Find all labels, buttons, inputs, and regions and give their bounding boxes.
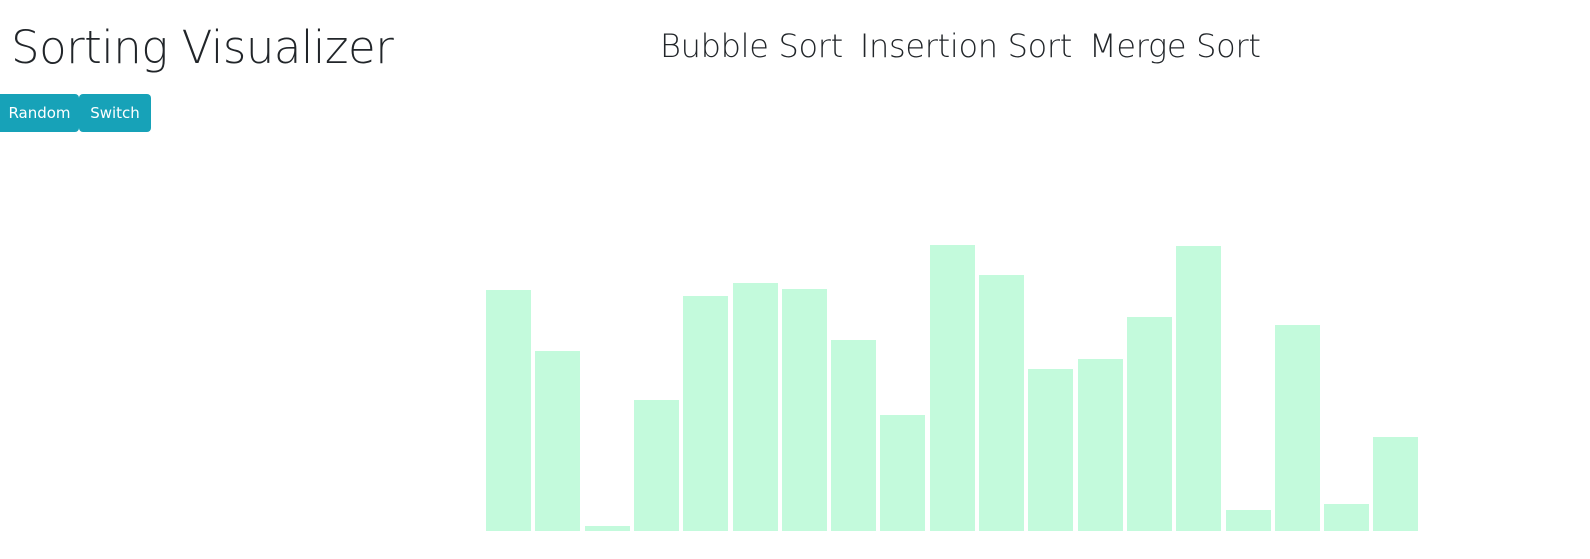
page-title: Sorting Visualizer bbox=[11, 21, 394, 74]
array-bar bbox=[930, 245, 975, 531]
array-bar bbox=[1275, 325, 1320, 531]
array-bar bbox=[782, 289, 827, 531]
array-bars bbox=[486, 0, 1440, 531]
array-bar bbox=[979, 275, 1024, 531]
array-bar bbox=[1078, 359, 1123, 531]
array-bar bbox=[634, 400, 679, 531]
array-bar bbox=[535, 351, 580, 531]
random-button[interactable]: Random bbox=[0, 94, 79, 132]
app-root: Sorting Visualizer Bubble Sort Insertion… bbox=[0, 0, 1590, 559]
array-bar bbox=[1324, 504, 1369, 531]
array-bar bbox=[1176, 246, 1221, 531]
array-bar bbox=[831, 340, 876, 531]
array-bar bbox=[1127, 317, 1172, 531]
array-bar bbox=[880, 415, 925, 531]
switch-button[interactable]: Switch bbox=[79, 94, 151, 132]
array-bar bbox=[585, 526, 630, 531]
array-bar bbox=[1226, 510, 1271, 531]
control-buttons: Random Switch bbox=[0, 94, 151, 132]
array-bar bbox=[1028, 369, 1073, 531]
array-bar bbox=[733, 283, 778, 531]
array-bar bbox=[683, 296, 728, 531]
array-bar bbox=[486, 290, 531, 531]
array-bar bbox=[1373, 437, 1418, 531]
